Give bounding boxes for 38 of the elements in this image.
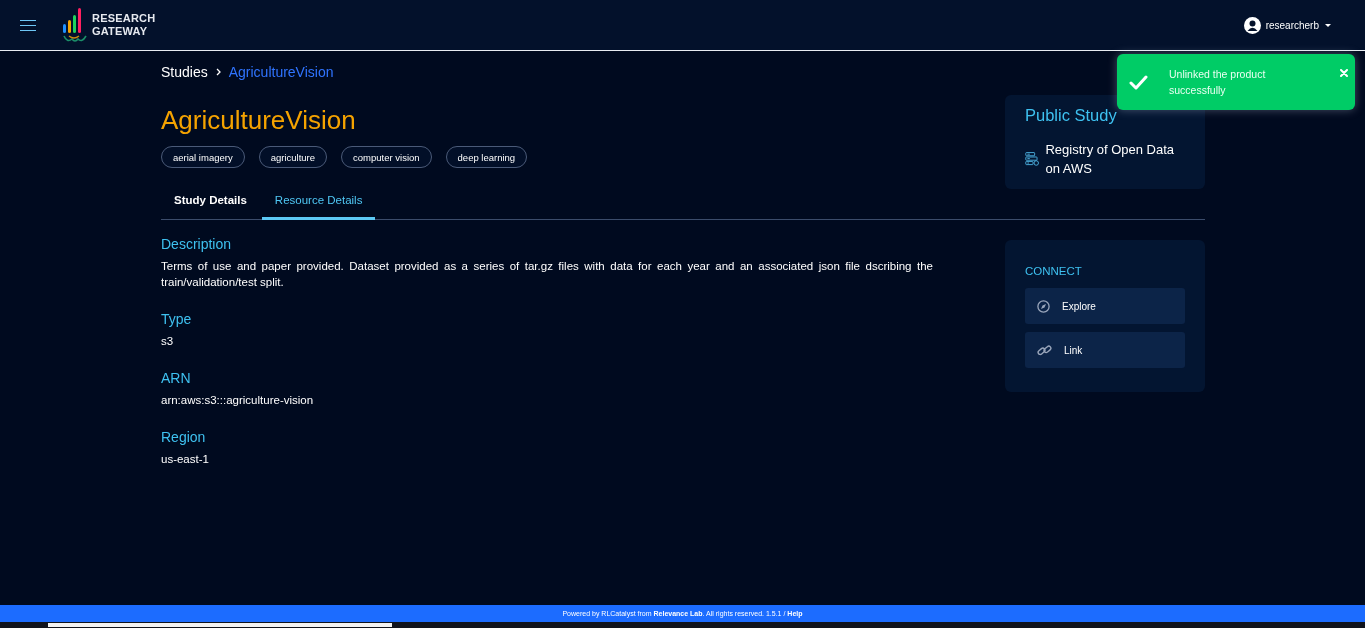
caret-icon	[1325, 23, 1331, 27]
field-label: Description	[161, 235, 233, 253]
close-icon	[1340, 69, 1348, 77]
close-button[interactable]	[1340, 69, 1348, 77]
tag-chip[interactable]: deep learning	[445, 146, 528, 168]
field-value: s3	[161, 334, 175, 349]
user-avatar-icon	[1243, 16, 1261, 34]
data-source-name: Registry of Open Data on AWS	[1045, 141, 1176, 178]
brand-name: RESEARCH GATEWAY	[92, 12, 156, 38]
menu-button[interactable]	[20, 19, 36, 31]
tag-chip[interactable]: agriculture	[258, 146, 328, 168]
study-title: AgricultureVision	[161, 104, 356, 137]
server-icon	[1025, 150, 1040, 168]
field-value: arn:aws:s3:::agriculture-vision	[161, 393, 315, 408]
link-icon	[1037, 343, 1052, 357]
connect-action-button[interactable]: Link	[1025, 332, 1185, 368]
field-label: Type	[161, 310, 193, 328]
tab[interactable]: Study Details	[161, 183, 260, 220]
logo-icon	[62, 7, 88, 43]
chevron-icon	[215, 68, 221, 76]
connect-action-button[interactable]: Explore	[1025, 288, 1185, 324]
scrollbar-thumb[interactable]	[48, 623, 392, 627]
field-label: Region	[161, 428, 207, 446]
tag-chip[interactable]: aerial imagery	[161, 146, 245, 168]
tab[interactable]: Resource Details	[261, 183, 376, 220]
tag-chip[interactable]: computer vision	[341, 146, 432, 168]
field-value: Terms of use and paper provided. Dataset provided as a series of tar.gz files with data for each year and an associated json file dscribing the train/validation/test split.	[161, 259, 933, 290]
user-menu-button[interactable]: researcherb	[1243, 16, 1331, 34]
compass-icon	[1037, 299, 1050, 313]
field-label: ARN	[161, 369, 192, 387]
breadcrumb-link[interactable]: Studies	[161, 64, 208, 80]
menu-icon	[20, 19, 36, 31]
check-icon	[1129, 74, 1148, 90]
breadcrumb-current: AgricultureVision	[228, 64, 334, 80]
toast-message: Unlinked the product successfully	[1169, 67, 1267, 98]
connect-heading: CONNECT	[1025, 264, 1083, 278]
field-value: us-east-1	[161, 452, 210, 467]
public-study-title: Public Study	[1025, 105, 1118, 125]
